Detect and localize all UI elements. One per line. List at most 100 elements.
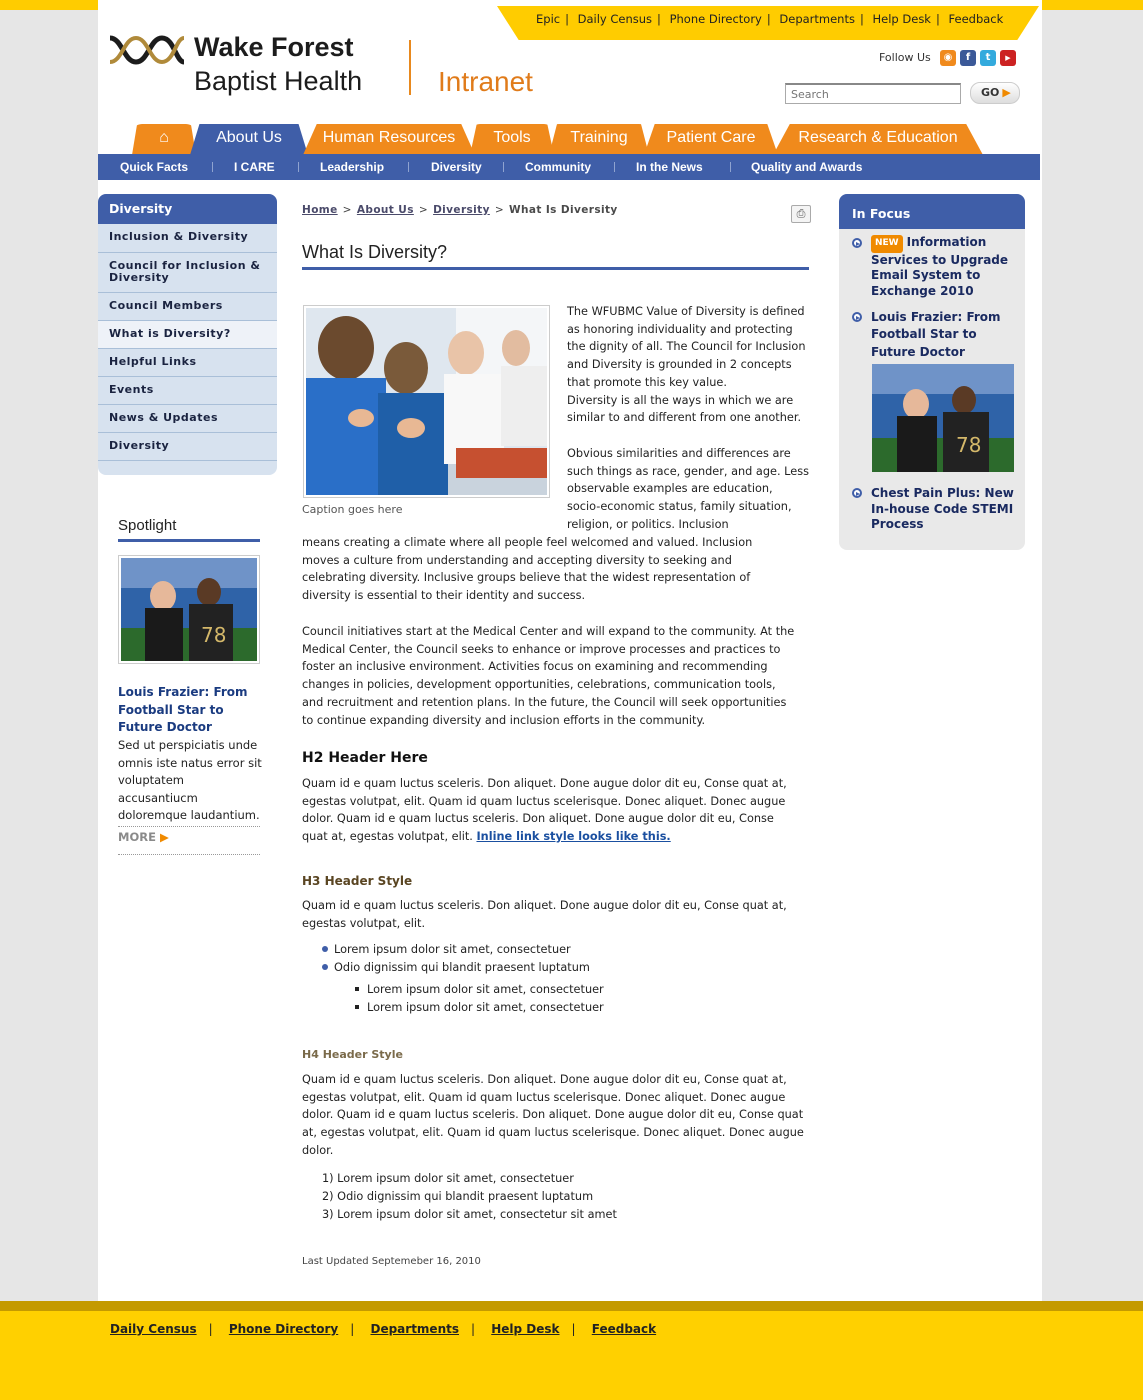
list-item-text: Lorem ipsum dolor sit amet, consectetuer — [367, 983, 604, 996]
left-menu-item-council[interactable]: Council for Inclusion & Diversity — [98, 253, 277, 293]
footer-stripe — [0, 1301, 1143, 1311]
list-item-text: Lorem ipsum dolor sit amet, consectetuer — [334, 943, 571, 956]
breadcrumb-about[interactable]: About Us — [357, 204, 414, 216]
text-line: moves a culture from understanding and a… — [302, 553, 732, 567]
subnav-diversity[interactable]: Diversity — [431, 160, 482, 174]
in-focus-link-frazier[interactable]: Louis Frazier: From Football Star to Fut… — [871, 309, 1021, 361]
last-updated: Last Updated Septemeber 16, 2010 — [302, 1256, 481, 1267]
breadcrumb-current: What Is Diversity — [509, 204, 618, 216]
text-line: Chest Pain Plus: New — [871, 486, 1014, 500]
site-logo[interactable]: Wake Forest Baptist Health Intranet — [108, 28, 568, 108]
rss-icon[interactable]: ◉ — [940, 50, 956, 66]
numbered-item: 1) Lorem ipsum dolor sit amet, consectet… — [322, 1172, 574, 1185]
text-line: and Diversity is grounded in 2 concepts — [567, 358, 792, 372]
h4-paragraph: Quam id e quam luctus sceleris. Don aliq… — [302, 1071, 804, 1160]
text-line: Louis Frazier: From — [871, 310, 1001, 324]
spotlight-link[interactable]: Louis Frazier: From Football Star to Fut… — [118, 684, 263, 737]
tab-research-education[interactable]: Research & Education — [773, 124, 983, 155]
footer-link-phone-directory[interactable]: Phone Directory — [229, 1322, 338, 1336]
spotlight-more-link[interactable]: MORE ▶ — [118, 830, 169, 844]
dotted-divider — [118, 854, 260, 855]
text-line: Diversity is all the ways in which we ar… — [567, 393, 794, 407]
subnav-divider — [730, 162, 731, 172]
util-link-epic[interactable]: Epic — [536, 12, 560, 26]
text-line: religion, or politics. Inclusion — [567, 517, 729, 531]
follow-us-label: Follow Us — [879, 51, 931, 64]
twitter-icon[interactable]: t — [980, 50, 996, 66]
search-go-button[interactable]: GO ▶ — [970, 82, 1020, 104]
util-link-departments[interactable]: Departments — [779, 12, 855, 26]
h3-header: H3 Header Style — [302, 874, 413, 888]
left-menu-item-news-updates[interactable]: News & Updates — [98, 405, 277, 433]
util-link-feedback[interactable]: Feedback — [949, 12, 1004, 26]
paragraph-2-wrap: Obvious similarities and differences are… — [567, 445, 809, 534]
text-line: Future Doctor — [871, 344, 965, 359]
subnav-divider — [298, 162, 299, 172]
intro-paragraph: The WFUBMC Value of Diversity is defined… — [567, 303, 806, 427]
subnav-quality-awards[interactable]: Quality and Awards — [751, 160, 862, 174]
arrow-bullet-icon — [852, 238, 862, 248]
text-line: foster an inclusive environment. Activit… — [302, 660, 768, 674]
footer-link-help-desk[interactable]: Help Desk — [491, 1322, 559, 1336]
subnav-i-care[interactable]: I CARE — [234, 160, 275, 174]
text-line: observable examples are education, — [567, 482, 773, 496]
svg-text:78: 78 — [201, 623, 226, 647]
text-line: quat at, egestas volutpat, elit. Inline … — [302, 828, 787, 846]
util-link-daily-census[interactable]: Daily Census — [578, 12, 652, 26]
util-link-help-desk[interactable]: Help Desk — [873, 12, 931, 26]
tab-home[interactable]: ⌂ — [132, 124, 196, 155]
list-item-text: Odio dignissim qui blandit praesent lupt… — [334, 961, 590, 974]
text-line: The WFUBMC Value of Diversity is defined — [567, 305, 805, 318]
tab-patient-care[interactable]: Patient Care — [644, 124, 778, 155]
text-line: egestas volutpat, elit. Quam id quam luc… — [302, 794, 786, 808]
left-menu-item-what-is-diversity[interactable]: What is Diversity? — [98, 321, 277, 349]
tab-tools[interactable]: Tools — [470, 124, 554, 155]
more-label: MORE — [118, 830, 156, 844]
list-item-text: Lorem ipsum dolor sit amet, consectetuer — [367, 1001, 604, 1014]
left-menu-item-helpful-links[interactable]: Helpful Links — [98, 349, 277, 377]
left-menu-item-council-members[interactable]: Council Members — [98, 293, 277, 321]
in-focus-link-exchange[interactable]: NEW Information Services to Upgrade Email… — [871, 235, 1021, 300]
text-line: NEW Information — [871, 235, 1021, 253]
left-menu-item-diversity[interactable]: Diversity — [98, 433, 277, 461]
search-go-label: GO — [981, 86, 1000, 99]
youtube-icon[interactable]: ▶ — [1000, 50, 1016, 66]
text-line: and recruitment and retention plans. In … — [302, 695, 787, 709]
print-icon[interactable]: ⎙ — [791, 205, 811, 223]
tab-training[interactable]: Training — [549, 124, 649, 155]
breadcrumb-diversity[interactable]: Diversity — [433, 204, 490, 216]
footer-link-daily-census[interactable]: Daily Census — [110, 1322, 197, 1336]
footer-link-departments[interactable]: Departments — [370, 1322, 459, 1336]
footer-link-feedback[interactable]: Feedback — [592, 1322, 656, 1336]
text-line: dolor. Quam id e quam luctus sceleris. D… — [302, 812, 774, 826]
left-menu-item-events[interactable]: Events — [98, 377, 277, 405]
text-line: egestas volutpat, elit. — [302, 916, 426, 930]
breadcrumb-home[interactable]: Home — [302, 204, 338, 216]
square-bullet-icon — [355, 1005, 359, 1009]
subnav-leadership[interactable]: Leadership — [320, 160, 384, 174]
util-link-phone-directory[interactable]: Phone Directory — [670, 12, 762, 26]
inline-link[interactable]: Inline link style looks like this. — [476, 830, 670, 843]
text-line: means creating a climate where all peopl… — [302, 536, 753, 549]
spotlight-photo[interactable]: 78 — [118, 555, 260, 664]
search-input[interactable] — [785, 83, 961, 104]
subnav-in-the-news[interactable]: In the News — [636, 160, 703, 174]
text-line: celebrating diversity. Inclusive groups … — [302, 571, 751, 585]
left-menu-item-inclusion-diversity[interactable]: Inclusion & Diversity — [98, 224, 277, 253]
arrow-right-icon: ▶ — [159, 830, 169, 844]
tab-about-us[interactable]: About Us — [190, 124, 308, 155]
text-line: such things as race, gender, and age. Le… — [567, 464, 809, 478]
numbered-item: 3) Lorem ipsum dolor sit amet, consectet… — [322, 1208, 617, 1221]
h2-paragraph: Quam id e quam luctus sceleris. Don aliq… — [302, 775, 787, 846]
logo-intranet-label: Intranet — [438, 66, 533, 97]
tab-human-resources[interactable]: Human Resources — [303, 124, 475, 155]
in-focus-link-chest-pain[interactable]: Chest Pain Plus: New In-house Code STEMI… — [871, 486, 1021, 533]
text-line: to continue expanding diversity and incl… — [302, 713, 706, 727]
in-focus-photo[interactable]: 78 — [872, 364, 1014, 472]
facebook-icon[interactable]: f — [960, 50, 976, 66]
subnav-quick-facts[interactable]: Quick Facts — [120, 160, 188, 174]
subnav-community[interactable]: Community — [525, 160, 591, 174]
h2-header: H2 Header Here — [302, 750, 428, 766]
in-focus-title: In Focus — [839, 194, 1025, 229]
text-line: Quam id e quam luctus sceleris. Don aliq… — [302, 1073, 787, 1086]
